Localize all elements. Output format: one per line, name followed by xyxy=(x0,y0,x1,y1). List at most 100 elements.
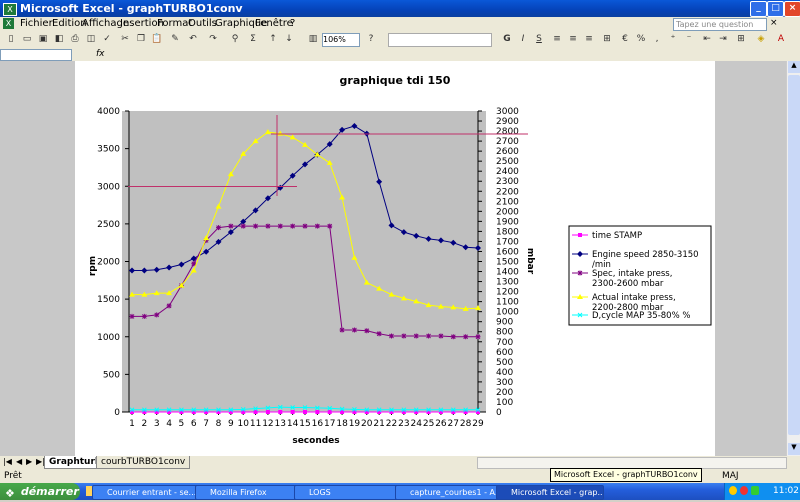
legend-label-2: Spec, intake press, 2300-2600 mbar xyxy=(592,269,672,289)
legend-label-4: D,cycle MAP 35-80% % xyxy=(592,311,690,321)
print-icon[interactable]: ⎙ xyxy=(68,33,82,46)
chart-wizard-icon[interactable]: ▥ xyxy=(306,33,320,46)
copy-icon[interactable]: ❐ xyxy=(134,33,148,46)
task-firefox[interactable]: Mozilla Firefox xyxy=(195,485,299,500)
y-left-tick-label: 2000 xyxy=(97,258,120,268)
task-excel[interactable]: Microsoft Excel - grap... xyxy=(496,485,604,500)
x-tick-label: 19 xyxy=(349,419,361,429)
task-capture-courbes[interactable]: capture_courbes1 - A... xyxy=(395,485,506,500)
italic-icon[interactable]: I xyxy=(516,33,530,46)
chart-area[interactable]: graphique tdi 150 0 500 1000 1500 2000 2500 30… xyxy=(75,61,715,456)
help-icon[interactable]: ? xyxy=(364,33,378,46)
paste-icon[interactable]: 📋 xyxy=(150,33,164,46)
task-logs[interactable]: LOGS xyxy=(294,485,402,500)
font-select[interactable] xyxy=(388,33,492,47)
menu-outils[interactable]: Outils xyxy=(188,18,217,29)
permission-icon[interactable]: ◧ xyxy=(52,33,66,46)
y-left-tick-label: 3500 xyxy=(97,145,120,155)
tray-icon-3[interactable] xyxy=(751,486,759,495)
format-painter-icon[interactable]: ✎ xyxy=(168,33,182,46)
task-courrier[interactable]: Courrier entrant - se... xyxy=(92,485,200,500)
autosum-icon[interactable]: Σ xyxy=(246,33,260,46)
scroll-up-icon[interactable]: ▲ xyxy=(788,61,800,73)
tab-courbturbo1conv[interactable]: courbTURBO1conv xyxy=(96,456,191,469)
menu-fichier[interactable]: Fichier xyxy=(20,18,53,29)
clock: 11:02 xyxy=(773,486,799,496)
x-tick-label: 14 xyxy=(287,419,299,429)
align-center-icon[interactable]: ≡ xyxy=(566,33,580,46)
x-tick-label: 29 xyxy=(472,419,484,429)
tray-icon-2[interactable] xyxy=(740,486,748,495)
data-point xyxy=(450,334,456,340)
data-point xyxy=(166,303,172,309)
cut-icon[interactable]: ✂ xyxy=(118,33,132,46)
open-icon[interactable]: ▭ xyxy=(20,33,34,46)
excel-app-icon: X xyxy=(3,3,17,16)
zoom-select[interactable]: 106% xyxy=(322,33,360,47)
merge-center-icon[interactable]: ⊞ xyxy=(600,33,614,46)
y-right-tick-label: 2700 xyxy=(496,137,519,147)
thousands-icon[interactable]: , xyxy=(650,33,664,46)
menu-fenetre[interactable]: Fenêtre xyxy=(255,18,293,29)
x-tick-label: 3 xyxy=(154,419,160,429)
font-color-icon[interactable]: A xyxy=(774,33,788,46)
y-right-tick-label: 2600 xyxy=(496,147,519,157)
sort-ascending-icon[interactable]: ↑ xyxy=(266,33,280,46)
next-sheet-icon[interactable]: ▶ xyxy=(26,457,32,466)
x-tick-label: 21 xyxy=(373,419,384,429)
sort-descending-icon[interactable]: ↓ xyxy=(282,33,296,46)
y-right-tick-label: 1000 xyxy=(496,308,519,318)
save-icon[interactable]: ▣ xyxy=(36,33,50,46)
x-tick-label: 15 xyxy=(299,419,310,429)
borders-icon[interactable]: ⊞ xyxy=(734,33,748,46)
new-icon[interactable]: ▯ xyxy=(4,33,18,46)
menu-help[interactable]: ? xyxy=(290,18,295,29)
legend-label-3: Actual intake press, 2200-2800 mbar xyxy=(592,293,676,313)
hyperlink-icon[interactable]: ⚲ xyxy=(228,33,242,46)
close-button[interactable]: × xyxy=(784,1,800,17)
vertical-scrollbar[interactable]: ▲ ▼ xyxy=(786,61,800,456)
y-right-tick-label: 700 xyxy=(496,338,513,348)
doc-close-icon[interactable]: × xyxy=(770,18,778,28)
name-box[interactable] xyxy=(0,49,72,61)
print-preview-icon[interactable]: ◫ xyxy=(84,33,98,46)
menu-format[interactable]: Format xyxy=(157,18,192,29)
x-tick-label: 20 xyxy=(361,419,373,429)
start-button[interactable]: ❖ démarrer xyxy=(0,483,80,500)
plot-area[interactable] xyxy=(122,111,486,412)
data-point xyxy=(216,225,221,231)
currency-icon[interactable]: € xyxy=(618,33,632,46)
minimize-button[interactable]: _ xyxy=(750,1,767,17)
decrease-decimal-icon[interactable]: ⁻ xyxy=(682,33,696,46)
line-chart[interactable]: graphique tdi 150 0500100015002000250030… xyxy=(75,61,715,456)
undo-icon[interactable]: ↶ xyxy=(186,33,200,46)
percent-icon[interactable]: % xyxy=(634,33,648,46)
decrease-indent-icon[interactable]: ⇤ xyxy=(700,33,714,46)
align-left-icon[interactable]: ≡ xyxy=(550,33,564,46)
bold-icon[interactable]: G xyxy=(500,33,514,46)
y-right-tick-label: 800 xyxy=(496,328,513,338)
prev-sheet-icon[interactable]: ◀ xyxy=(16,457,22,466)
align-right-icon[interactable]: ≡ xyxy=(582,33,596,46)
scroll-down-icon[interactable]: ▼ xyxy=(788,443,800,455)
x-tick-label: 13 xyxy=(275,419,286,429)
underline-icon[interactable]: S xyxy=(532,33,546,46)
help-question-input[interactable]: Tapez une question xyxy=(673,18,767,31)
increase-indent-icon[interactable]: ⇥ xyxy=(716,33,730,46)
maximize-button[interactable]: □ xyxy=(767,1,784,17)
chart-legend[interactable]: time STAMPEngine speed 2850-3150/minSpec… xyxy=(568,225,712,326)
tray-icon-1[interactable] xyxy=(729,486,737,495)
workbook-icon[interactable]: X xyxy=(3,18,14,29)
standard-toolbar: ▯ ▭ ▣ ◧ ⎙ ◫ ✓ ✂ ❐ 📋 ✎ ↶ ↷ ⚲ Σ ↑ ↓ ▥ 106%… xyxy=(0,31,800,50)
data-point xyxy=(290,223,296,229)
scroll-thumb[interactable] xyxy=(788,75,800,435)
x-tick-label: 8 xyxy=(216,419,222,429)
increase-decimal-icon[interactable]: ⁺ xyxy=(666,33,680,46)
redo-icon[interactable]: ↷ xyxy=(206,33,220,46)
x-tick-label: 1 xyxy=(129,419,135,429)
spelling-icon[interactable]: ✓ xyxy=(100,33,114,46)
data-point xyxy=(141,313,147,319)
function-icon[interactable]: fx xyxy=(96,49,105,59)
first-sheet-icon[interactable]: |◀ xyxy=(3,457,12,466)
fill-color-icon[interactable]: ◈ xyxy=(754,33,768,46)
